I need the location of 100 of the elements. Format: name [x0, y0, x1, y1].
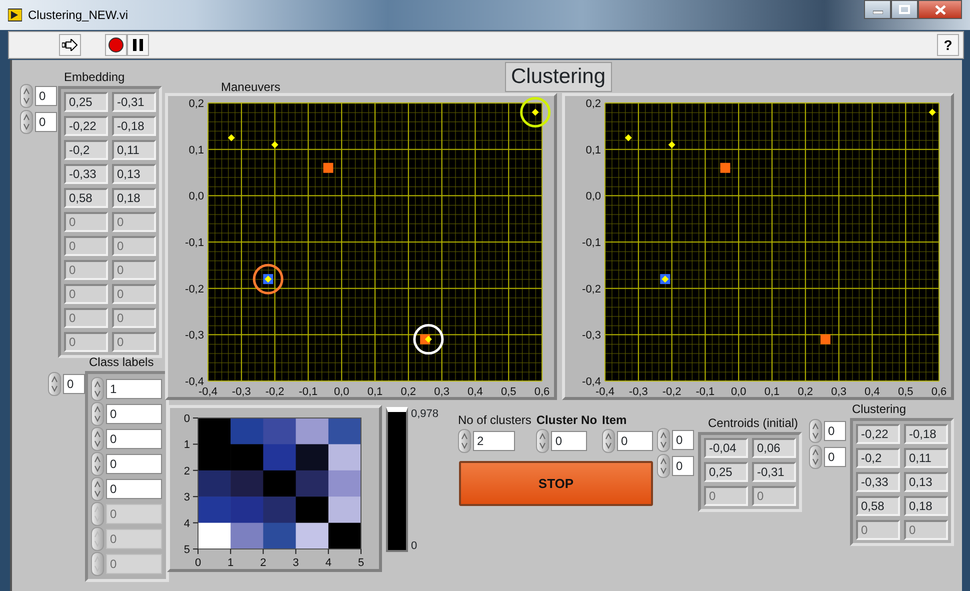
numeric-field[interactable]: 0 — [35, 86, 57, 106]
maximize-button[interactable] — [891, 0, 918, 19]
numeric-field[interactable]: 0 — [672, 430, 694, 450]
spin-buttons[interactable] — [48, 372, 61, 396]
tick-label: 1 — [184, 439, 190, 452]
array-cell: 0,25 — [704, 462, 748, 482]
tick-label: 5 — [184, 544, 190, 556]
array-cell: 0,25 — [64, 92, 108, 112]
spin-buttons[interactable] — [809, 419, 822, 443]
numeric-field[interactable]: 0 — [106, 479, 162, 499]
array-cell: -0,18 — [904, 424, 948, 444]
tick-label: 0 — [194, 557, 202, 569]
tick-label: 0,3 — [831, 386, 846, 397]
spin-buttons[interactable] — [657, 454, 670, 478]
numeric-field[interactable]: 0 — [672, 456, 694, 476]
spin-buttons[interactable] — [91, 477, 104, 501]
tick-label: -0,1 — [298, 386, 318, 397]
array-cell: -0,31 — [752, 462, 796, 482]
minimize-button[interactable] — [864, 0, 891, 19]
array-label: Embedding — [64, 69, 126, 86]
tick-label: 4 — [325, 557, 332, 569]
spin-buttons[interactable] — [602, 429, 616, 453]
tick-label: 0,0 — [188, 190, 204, 203]
numeric-field[interactable]: 0 — [551, 431, 588, 451]
spin-buttons[interactable] — [20, 84, 33, 108]
array-cell: -0,31 — [112, 92, 156, 112]
array-cell: 0 — [112, 284, 156, 304]
array-label: Class labels — [89, 354, 155, 371]
control-label: Cluster No — [536, 412, 598, 429]
spin-buttons[interactable] — [91, 452, 104, 476]
tick-label: 0,1 — [367, 386, 383, 397]
tick-label: 0,4 — [468, 386, 483, 397]
array-cell: 0,13 — [112, 164, 156, 184]
numeric-field[interactable]: 2 — [473, 431, 515, 451]
tick-label: 0,0 — [334, 386, 350, 397]
stop-button[interactable]: STOP — [459, 461, 653, 506]
numeric-field[interactable]: 0 — [63, 374, 85, 394]
array-cell: 0 — [112, 236, 156, 256]
tick-label: 0,5 — [500, 386, 516, 397]
array-cell: 0 — [112, 332, 156, 352]
array-cell: 0,13 — [904, 472, 948, 492]
spin-buttons[interactable] — [809, 445, 822, 469]
stop-icon[interactable] — [105, 34, 127, 56]
array-cell: -0,18 — [112, 116, 156, 136]
array-cell: -0,2 — [64, 140, 108, 160]
tick-label: 4 — [184, 518, 190, 530]
tick-label: 0,2 — [798, 386, 814, 397]
pause-icon[interactable] — [127, 34, 149, 56]
control-label: No of clusters — [458, 412, 532, 429]
array-cell: 0,58 — [856, 496, 900, 516]
array-cell: 0 — [112, 308, 156, 328]
spin-buttons[interactable] — [458, 429, 471, 453]
array-cell: -0,33 — [64, 164, 108, 184]
tick-label: 0,2 — [188, 98, 204, 110]
tick-label: -0,3 — [628, 386, 648, 397]
array-cell: 0,18 — [112, 188, 156, 208]
spin-buttons[interactable] — [91, 427, 104, 451]
tick-label: -0,2 — [185, 283, 204, 296]
array-cell: 0 — [64, 236, 108, 256]
array-cell: 0 — [112, 212, 156, 232]
tick-label: 0,6 — [534, 386, 550, 397]
panel-title: Clustering — [505, 62, 612, 92]
numeric-field[interactable]: 0 — [824, 421, 846, 441]
tick-label: 5 — [358, 557, 364, 569]
numeric-field[interactable]: 0 — [106, 429, 162, 449]
array-cell: 0 — [64, 308, 108, 328]
close-button[interactable] — [918, 0, 962, 19]
tick-label: -0,2 — [662, 386, 682, 397]
tick-label: 1 — [228, 557, 234, 569]
numeric-field[interactable]: 1 — [106, 379, 162, 399]
tick-label: 0,4 — [864, 386, 880, 397]
numeric-field[interactable]: 0 — [824, 447, 846, 467]
array-cell: -0,2 — [856, 448, 900, 468]
spin-buttons[interactable] — [91, 377, 104, 401]
array-label: Clustering — [852, 401, 908, 418]
tick-label: 0,1 — [764, 386, 780, 397]
spin-buttons[interactable] — [657, 428, 670, 452]
spin-buttons[interactable] — [91, 402, 104, 426]
help-button[interactable]: ? — [937, 34, 959, 56]
scale-label: 0,978 — [411, 407, 439, 422]
array-cell: -0,33 — [856, 472, 900, 492]
array-cell: 0 — [904, 520, 948, 540]
array-cell: 0 — [64, 284, 108, 304]
numeric-field[interactable]: 0 — [106, 404, 162, 424]
numeric-field[interactable]: 0 — [106, 454, 162, 474]
spin-buttons[interactable] — [20, 110, 33, 134]
array-cell: -0,22 — [64, 116, 108, 136]
array-cell: 0 — [704, 486, 748, 506]
tick-label: 0,3 — [434, 386, 450, 397]
numeric-field[interactable]: 0 — [617, 431, 654, 451]
tick-label: -0,3 — [582, 330, 601, 342]
tick-label: -0,4 — [198, 386, 218, 397]
spin-buttons[interactable] — [536, 429, 550, 453]
numeric-field[interactable]: 0 — [35, 112, 57, 132]
tick-label: -0,4 — [582, 376, 601, 388]
maximize-icon — [899, 5, 910, 14]
array-cell: 0 — [856, 520, 900, 540]
control-label: Item — [602, 412, 628, 429]
array-cell: 0,18 — [904, 496, 948, 516]
tick-label: -0,2 — [265, 386, 284, 397]
